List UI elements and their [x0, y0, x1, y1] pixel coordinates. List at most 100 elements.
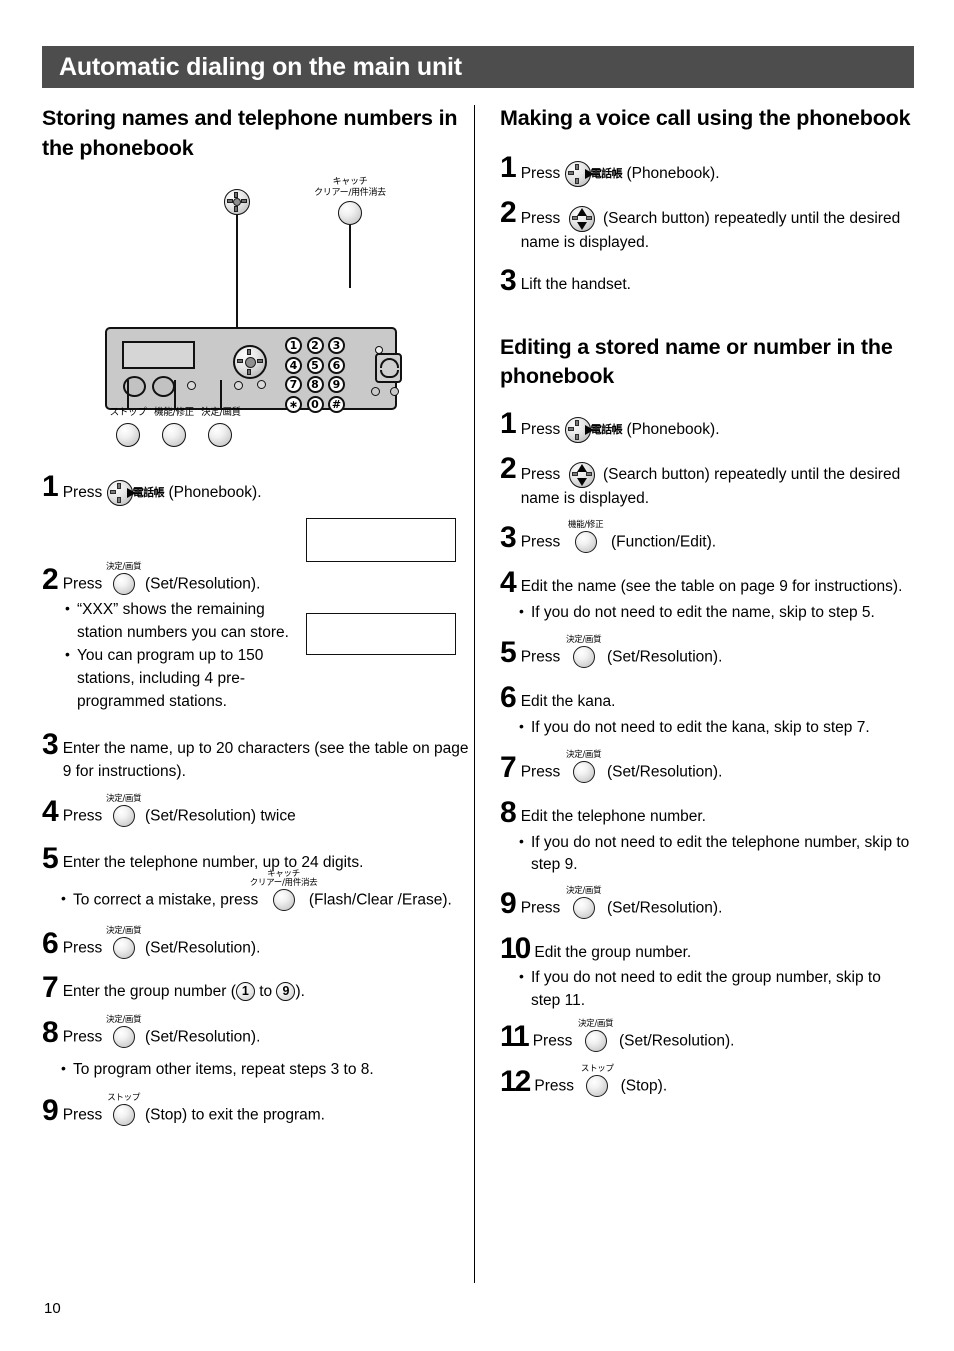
keypad-key: ∗ [285, 395, 302, 413]
left-step-6: 6 Press 決定/画質 (Set/Resolution). [42, 926, 472, 960]
step-number: 6 [42, 926, 59, 960]
round-button-icon: ストップ [107, 1093, 140, 1127]
callout-button-set [208, 423, 232, 448]
step-text: Press 決定/画質 (Set/Resolution). [521, 750, 722, 784]
right-section1-heading: Making a voice call using the phonebook [500, 106, 911, 130]
column-divider [474, 105, 475, 1283]
left-step-8: 8 Press 決定/画質 (Set/Resolution). To progr… [42, 1015, 472, 1081]
callout-line-catch [349, 225, 351, 261]
step-text: Edit the telephone number. [520, 808, 706, 826]
callout-label-catch-clear: キャッチ クリアー/用件消去 [314, 177, 386, 199]
keypad-key: # [328, 395, 345, 413]
step-bullets: To correct a mistake, press キャッチ クリアー/用件… [60, 869, 472, 912]
step-text: Edit the kana. [520, 693, 616, 711]
right-s2-step-7: 7 Press 決定/画質 (Set/Resolution). [500, 750, 914, 785]
navpad-phonebook-icon [564, 416, 594, 443]
panel-handset-button [375, 353, 402, 384]
button-kana-label: ストップ [107, 1093, 141, 1104]
keypad-key: 1 [285, 337, 302, 355]
callout-button-stop [116, 423, 140, 448]
round-button-icon: 決定/画質 [566, 750, 602, 784]
page-number: 10 [44, 1300, 61, 1317]
keypad-digit-from: 1 [235, 981, 255, 1001]
step-text: Press 電話帳 (Phonebook). [521, 408, 720, 443]
button-kana-label: ストップ [580, 1064, 614, 1075]
step-text: Edit the group number. [534, 943, 692, 961]
step-text: Press 決定/画質 (Set/Resolution) twice [63, 794, 296, 828]
keypad-key: 9 [328, 376, 345, 394]
keypad-key: 2 [306, 337, 324, 355]
right-section2-heading: Editing a stored name or number in the p… [500, 334, 893, 389]
round-button-icon: キャッチ クリアー/用件消去 [250, 869, 318, 912]
step-text: Press 決定/画質 (Set/Resolution). [63, 1015, 260, 1049]
callout-button-catch-clear [338, 201, 362, 226]
control-panel: 1 2 3 4 5 6 7 8 9 ∗ 0 # [105, 327, 402, 413]
keypad-key: 6 [328, 356, 345, 374]
panel-set-dot [257, 380, 266, 390]
panel-stop-dot [187, 381, 196, 391]
callout-line-function [174, 380, 176, 409]
button-kana-label: 決定/画質 [565, 885, 602, 896]
left-step-3: 3 Enter the name, up to 20 characters (s… [42, 729, 472, 783]
left-step-7: 7 Enter the group number (1 to 9). [42, 972, 472, 1003]
navpad-callout-icon [224, 189, 250, 216]
phonebook-kanji-label: 電話帳 [590, 166, 623, 180]
right-s2-step-5: 5 Press 決定/画質 (Set/Resolution). [500, 635, 914, 670]
step-text: Press 決定/画質 (Set/Resolution). [521, 635, 722, 669]
step-number: 10 [500, 931, 531, 965]
left-step-2: 2 Press 決定/画質 (Set/Resolution). “XXX” sh… [42, 562, 472, 713]
callout-line-catch-2 [349, 260, 351, 289]
page-header-bar: Automatic dialing on the main unit [42, 46, 914, 88]
right-s2-step-1: 1 Press 電話帳 (Phonebook). [500, 408, 914, 443]
step-number: 6 [500, 681, 517, 715]
step-number: 11 [500, 1020, 530, 1054]
step-text: Press ストップ (Stop). [534, 1064, 667, 1098]
round-button-icon: 決定/画質 [566, 886, 602, 920]
round-button-icon: 決定/画質 [106, 926, 142, 960]
phonebook-kanji-label: 電話帳 [132, 486, 165, 500]
bullet-item: “XXX” shows the remaining station number… [64, 598, 312, 644]
step-number: 2 [500, 451, 517, 485]
step-number: 9 [42, 1094, 59, 1128]
left-section-heading: Storing names and telephone numbers in t… [42, 106, 458, 160]
step-number: 3 [500, 521, 517, 555]
step-text: Press ストップ (Stop) to exit the program. [63, 1093, 325, 1127]
round-button-icon: 決定/画質 [106, 562, 142, 596]
lcd-result-box-1 [306, 518, 456, 563]
right-s1-step-2: 2 Press (Search button) repeatedly until… [500, 197, 914, 254]
step-number: 1 [500, 150, 517, 184]
step-number: 3 [42, 728, 59, 762]
step-number: 5 [500, 636, 517, 670]
right-s2-step-11: 11 Press 決定/画質 (Set/Resolution). [500, 1019, 914, 1054]
right-s2-step-12: 12 Press ストップ (Stop). [500, 1064, 914, 1098]
left-step-9: 9 Press ストップ (Stop) to exit the program. [42, 1093, 472, 1128]
callout-line-set [220, 380, 222, 409]
step-text: Press (Search button) repeatedly until t… [521, 197, 914, 254]
bullet-item: If you do not need to edit the telephone… [518, 831, 914, 877]
bullet-item: If you do not need to edit the name, ski… [518, 601, 914, 625]
right-s2-step-6: 6 Edit the kana. If you do not need to e… [500, 682, 914, 739]
right-s1-step-3: 3 Lift the handset. [500, 265, 914, 296]
step-number: 2 [500, 195, 517, 229]
step-text: Edit the name (see the table on page 9 f… [520, 578, 903, 596]
panel-navpad [233, 345, 267, 380]
left-column: Storing names and telephone numbers in t… [42, 104, 472, 1127]
lcd-display [122, 341, 195, 370]
step-text: Press 電話帳 (Phonebook). [63, 471, 262, 507]
step-bullets: If you do not need to edit the name, ski… [518, 601, 914, 625]
left-step-4: 4 Press 決定/画質 (Set/Resolution) twice [42, 794, 472, 828]
phonebook-kanji-label: 電話帳 [590, 422, 623, 436]
keypad-key: 0 [306, 395, 324, 413]
keypad-digit-to: 9 [276, 981, 296, 1001]
button-kana-label-2: クリアー/用件消去 [249, 877, 318, 888]
page-title: Automatic dialing on the main unit [59, 52, 462, 81]
navpad-phonebook-icon [564, 160, 594, 187]
button-kana-label: 決定/画質 [105, 925, 142, 936]
callout-label-set: 決定/画質 [201, 407, 241, 419]
right-s2-step-4: 4 Edit the name (see the table on page 9… [500, 567, 914, 624]
step-number: 7 [500, 751, 517, 785]
keypad-key: 8 [306, 376, 324, 394]
callout-button-function [162, 423, 186, 448]
right-s1-step-1: 1 Press 電話帳 (Phonebook). [500, 152, 914, 187]
step-text: Enter the group number (1 to 9). [62, 981, 305, 1001]
